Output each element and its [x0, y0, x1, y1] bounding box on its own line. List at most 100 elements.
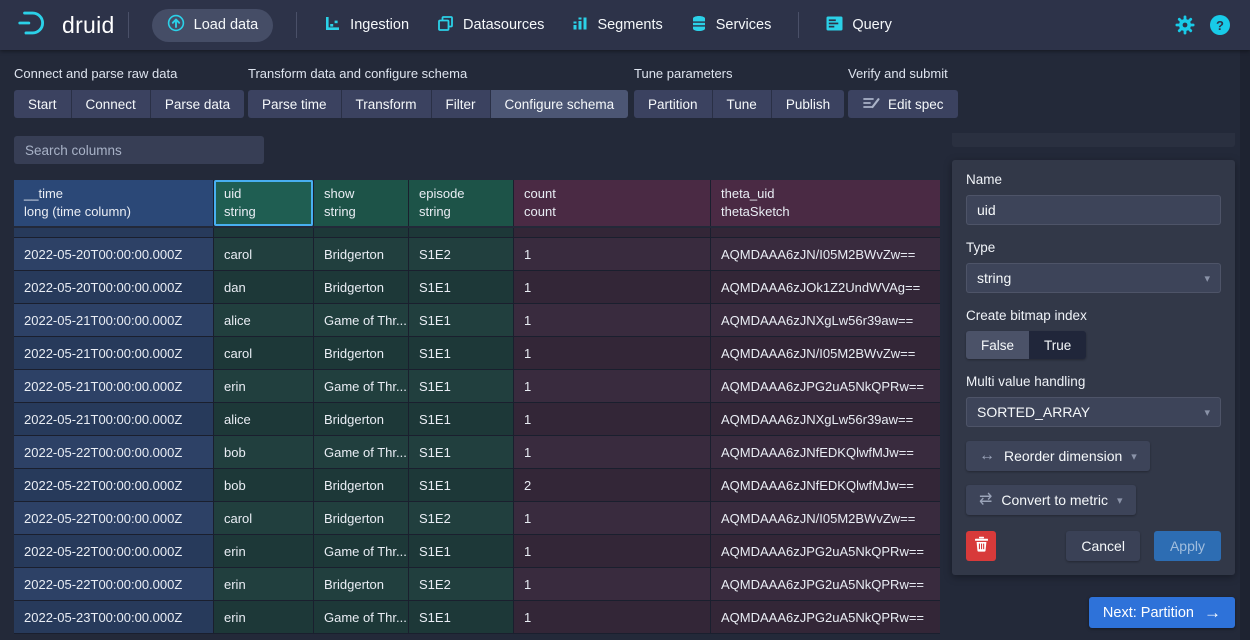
- next-partition-button[interactable]: Next: Partition →: [1089, 597, 1235, 628]
- table-cell: 2022-05-22T00:00:00.000Z: [14, 568, 214, 600]
- table-cell: AQMDAAA6zJNXgLw56r39aw==: [711, 403, 940, 435]
- table-row: 2022-05-22T00:00:00.000ZcarolBridgertonS…: [14, 502, 940, 535]
- table-cell: 1: [514, 304, 711, 336]
- name-field[interactable]: [966, 195, 1221, 225]
- column-header-show[interactable]: showstring: [314, 180, 409, 226]
- step-button-publish[interactable]: Publish: [772, 90, 844, 118]
- multi-value-select[interactable]: SORTED_ARRAY ▾: [966, 397, 1221, 427]
- table-cell: carol: [214, 502, 314, 534]
- step-group-connect: Connect and parse raw data Start Connect…: [14, 66, 244, 118]
- convert-to-metric-label: Convert to metric: [1001, 492, 1108, 508]
- table-cell: 1: [514, 337, 711, 369]
- table-cell: S1E1: [409, 535, 514, 567]
- table-cell: Game of Thr...: [314, 436, 409, 468]
- table-cell: 2022-05-22T00:00:00.000Z: [14, 436, 214, 468]
- convert-to-metric-button[interactable]: ⇄ Convert to metric ▾: [966, 485, 1136, 515]
- table-cell: Bridgerton: [314, 238, 409, 270]
- search-columns-input[interactable]: [14, 136, 264, 164]
- table-cell: AQMDAAA6zJPG2uA5NkQPRw==: [711, 601, 940, 633]
- table-cell: 2022-05-21T00:00:00.000Z: [14, 337, 214, 369]
- dimension-editor-panel: Name Type string ▾ Create bitmap index F…: [952, 160, 1235, 575]
- layers-icon: [437, 15, 454, 36]
- type-select[interactable]: string ▾: [966, 263, 1221, 293]
- step-button-partition[interactable]: Partition: [634, 90, 713, 118]
- table-cell: Bridgerton: [314, 502, 409, 534]
- bitmap-false-button[interactable]: False: [966, 331, 1029, 359]
- druid-logo[interactable]: druid: [0, 8, 115, 43]
- chevron-down-icon: ▾: [1204, 272, 1210, 285]
- table-cell: dan: [214, 271, 314, 303]
- step-button-start[interactable]: Start: [14, 90, 72, 118]
- table-cell: [214, 228, 314, 237]
- table-cell: [514, 228, 711, 237]
- table-cell: Bridgerton: [314, 568, 409, 600]
- column-header-time[interactable]: __timelong (time column): [14, 180, 214, 226]
- table-cell: S1E1: [409, 304, 514, 336]
- nav-item-segments[interactable]: Segments: [558, 0, 676, 50]
- step-button-parse-data[interactable]: Parse data: [151, 90, 244, 118]
- nav-divider: [798, 12, 799, 38]
- table-cell: erin: [214, 601, 314, 633]
- nav-item-datasources[interactable]: Datasources: [423, 0, 558, 50]
- page-scrollbar[interactable]: [1240, 50, 1250, 640]
- column-header-episode[interactable]: episodestring: [409, 180, 514, 226]
- table-cell: bob: [214, 436, 314, 468]
- table-cell: 2022-05-20T00:00:00.000Z: [14, 238, 214, 270]
- step-button-configure-schema[interactable]: Configure schema: [491, 90, 629, 118]
- table-cell: 2022-05-21T00:00:00.000Z: [14, 370, 214, 402]
- table-cell: 1: [514, 568, 711, 600]
- step-button-edit-spec[interactable]: Edit spec: [848, 90, 958, 118]
- multi-value-label: Multi value handling: [966, 374, 1221, 389]
- table-cell: erin: [214, 370, 314, 402]
- nav-item-load-data[interactable]: Load data: [152, 9, 274, 42]
- column-header-uid[interactable]: uidstring: [214, 180, 314, 226]
- bitmap-true-button[interactable]: True: [1029, 331, 1086, 359]
- step-button-tune[interactable]: Tune: [713, 90, 772, 118]
- help-icon[interactable]: ?: [1210, 15, 1230, 35]
- table-cell: 2022-05-22T00:00:00.000Z: [14, 469, 214, 501]
- table-cell: 2: [514, 469, 711, 501]
- table-row: 2022-05-21T00:00:00.000ZaliceBridgertonS…: [14, 403, 940, 436]
- type-label: Type: [966, 240, 1221, 255]
- table-cell: S1E1: [409, 337, 514, 369]
- table-cell: alice: [214, 304, 314, 336]
- table-row: 2022-05-20T00:00:00.000ZcarolBridgertonS…: [14, 238, 940, 271]
- table-cell: S1E2: [409, 568, 514, 600]
- reorder-dimension-button[interactable]: ↔ Reorder dimension ▾: [966, 441, 1150, 471]
- nav-item-ingestion[interactable]: Ingestion: [310, 0, 423, 50]
- apply-button[interactable]: Apply: [1154, 531, 1221, 561]
- step-button-filter[interactable]: Filter: [432, 90, 491, 118]
- nav-item-services[interactable]: Services: [677, 0, 786, 50]
- table-cell: AQMDAAA6zJN/I05M2BWvZw==: [711, 502, 940, 534]
- table-cell: carol: [214, 238, 314, 270]
- next-partition-label: Next: Partition: [1103, 605, 1194, 621]
- column-header-thetauid[interactable]: theta_uidthetaSketch: [711, 180, 940, 226]
- table-cell: S1E1: [409, 370, 514, 402]
- top-navbar: druid Load data Ingestion: [0, 0, 1250, 50]
- table-cell: AQMDAAA6zJNfEDKQlwfMJw==: [711, 469, 940, 501]
- bitmap-index-label: Create bitmap index: [966, 308, 1221, 323]
- table-row: 2022-05-22T00:00:00.000ZerinBridgertonS1…: [14, 568, 940, 601]
- table-row: 2022-05-21T00:00:00.000ZcarolBridgertonS…: [14, 337, 940, 370]
- arrow-right-icon: →: [1204, 603, 1221, 623]
- nav-item-label: Query: [852, 17, 892, 33]
- table-cell: erin: [214, 568, 314, 600]
- nav-item-query[interactable]: Query: [812, 0, 906, 50]
- table-cell: alice: [214, 403, 314, 435]
- table-cell: S1E2: [409, 502, 514, 534]
- step-button-transform[interactable]: Transform: [342, 90, 432, 118]
- exchange-icon: ⇄: [979, 492, 992, 508]
- step-button-parse-time[interactable]: Parse time: [248, 90, 342, 118]
- step-button-connect[interactable]: Connect: [72, 90, 151, 118]
- delete-dimension-button[interactable]: [966, 531, 996, 561]
- table-cell: 1: [514, 370, 711, 402]
- cancel-button[interactable]: Cancel: [1066, 531, 1140, 561]
- table-cell: [409, 228, 514, 237]
- gear-icon[interactable]: [1175, 15, 1195, 35]
- step-group-tune: Tune parameters Partition Tune Publish: [634, 66, 844, 118]
- nav-item-label: Services: [716, 17, 772, 33]
- table-cell: AQMDAAA6zJPG2uA5NkQPRw==: [711, 535, 940, 567]
- table-cell: bob: [214, 469, 314, 501]
- column-header-count[interactable]: countcount: [514, 180, 711, 226]
- table-cell: 2022-05-21T00:00:00.000Z: [14, 304, 214, 336]
